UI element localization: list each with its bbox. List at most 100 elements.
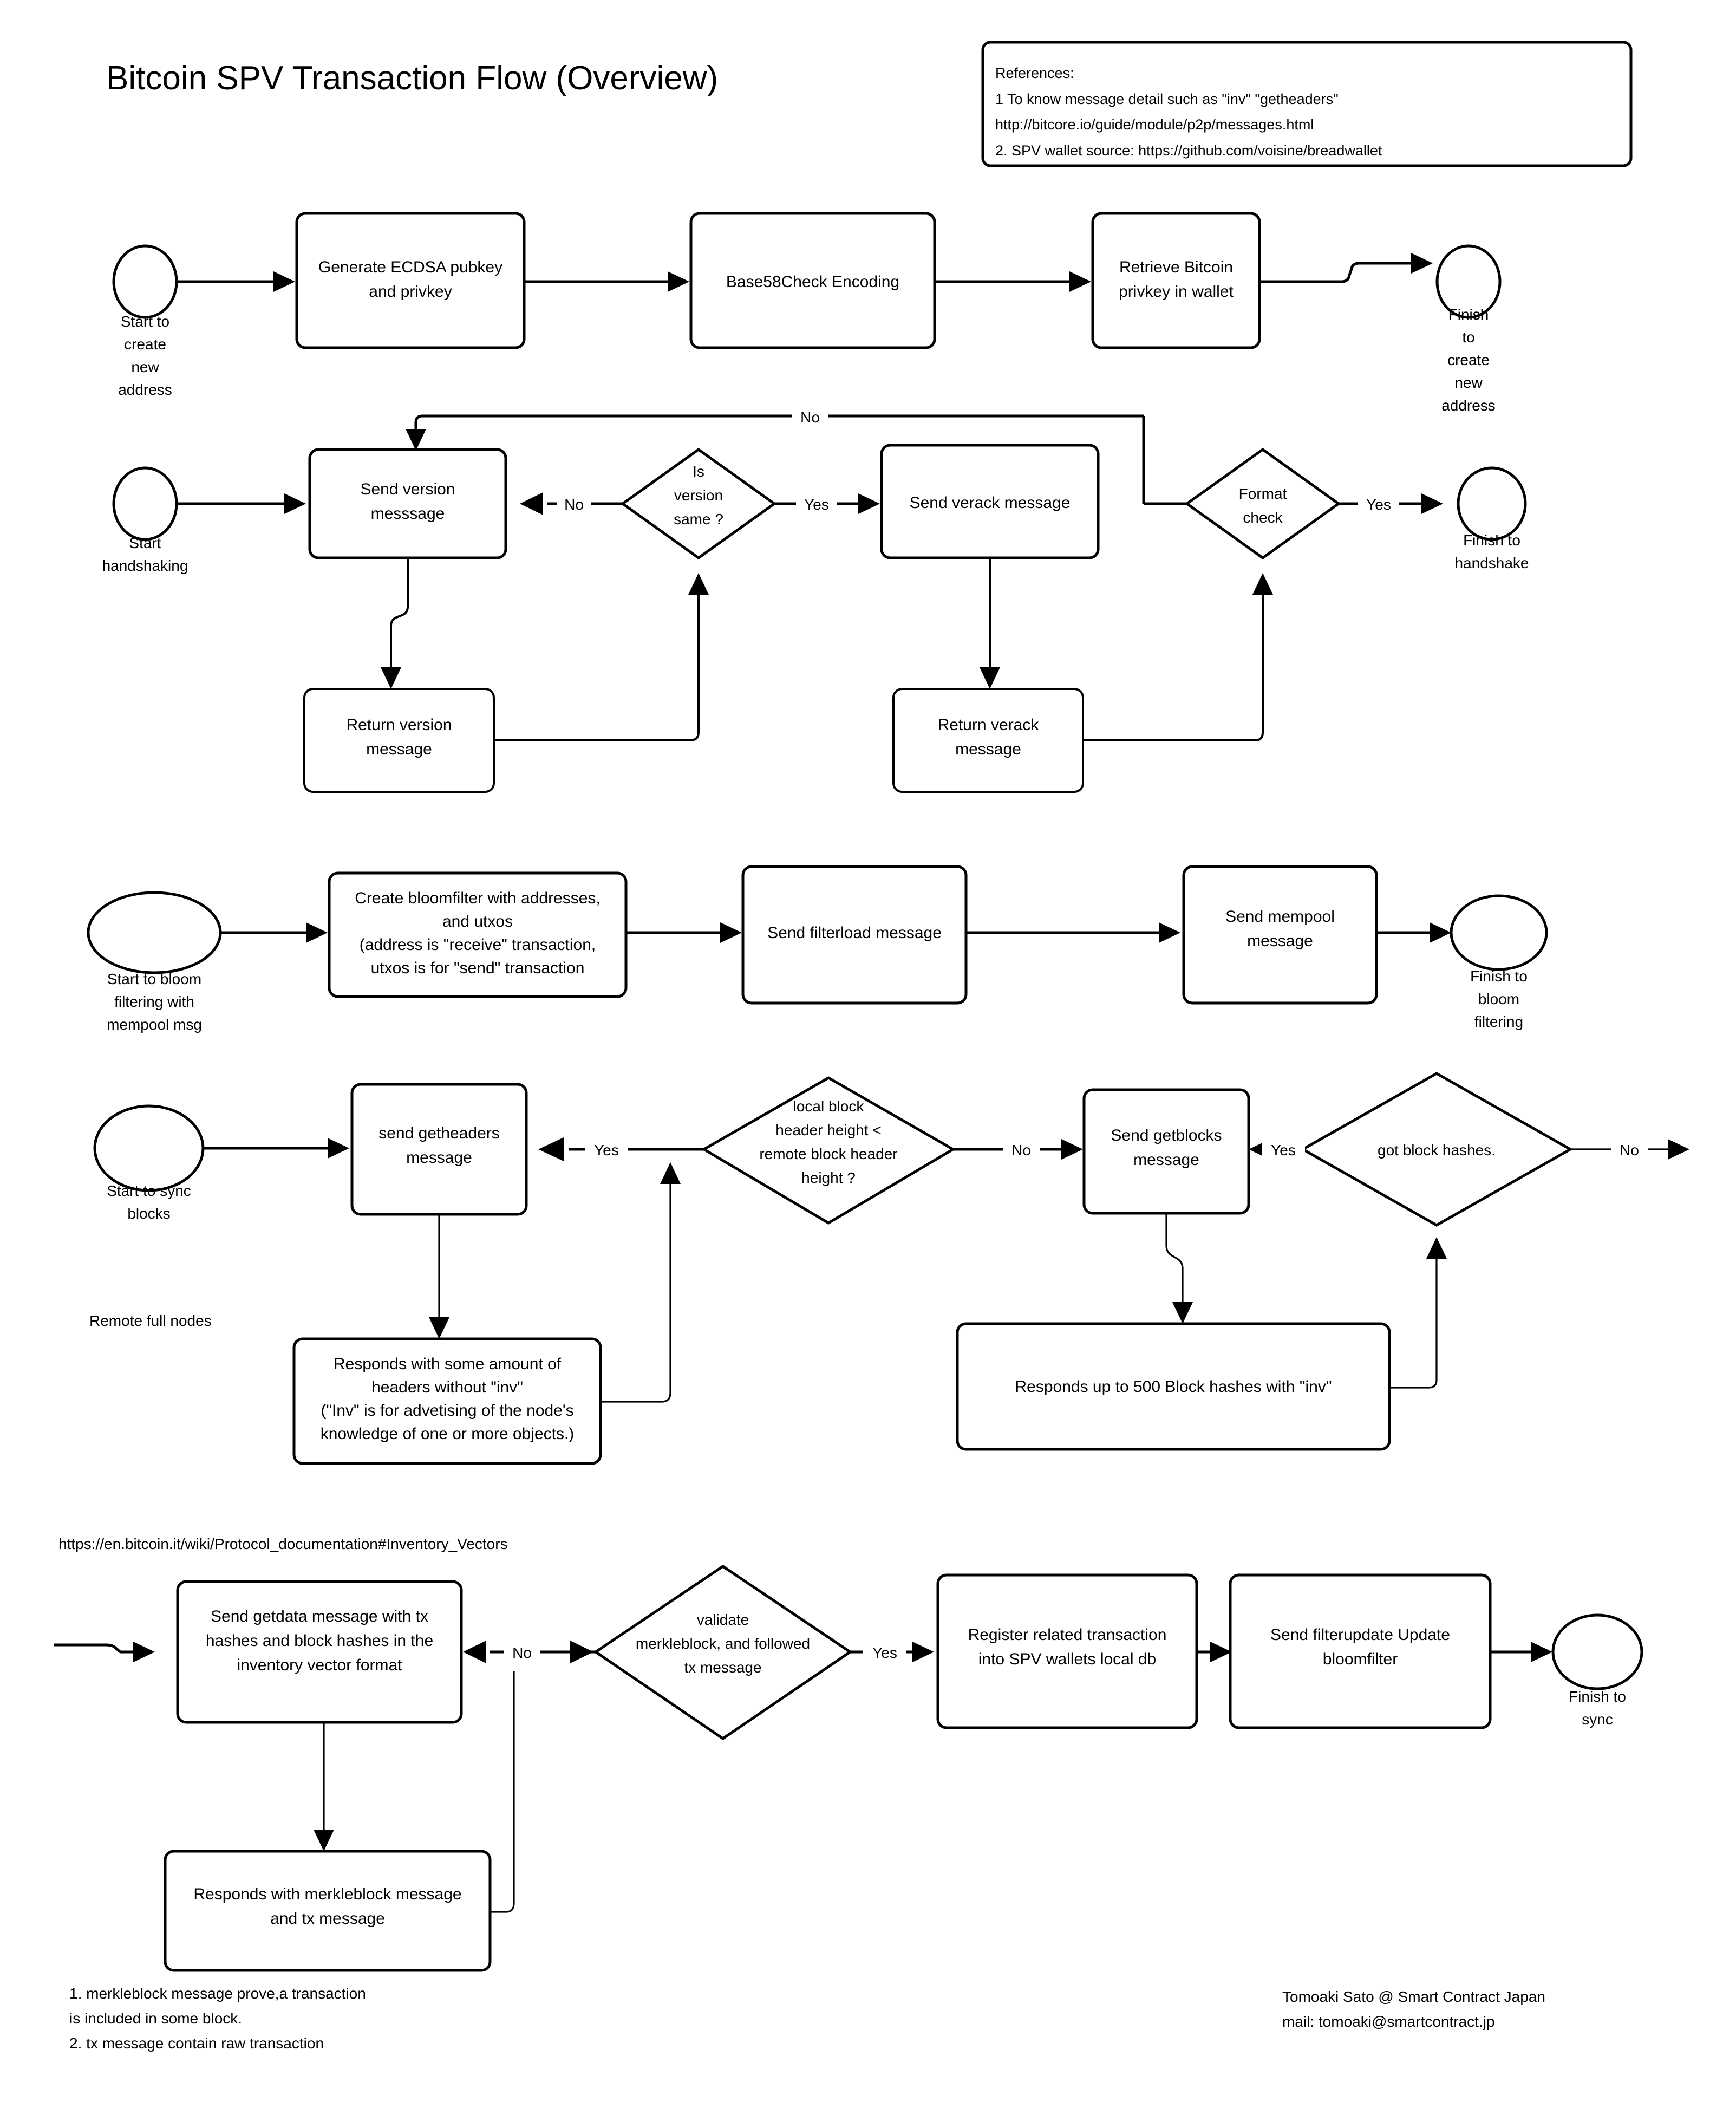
- start-handshaking-label-1: handshaking: [102, 557, 188, 574]
- finish-sync-node[interactable]: [1551, 1613, 1643, 1690]
- height-compare-label-2: remote block header: [759, 1146, 897, 1162]
- return-version-label-0: Return version: [346, 716, 452, 734]
- edge-returnverack-to-formatcheck: [1083, 591, 1264, 741]
- finish-sync-label-0: Finish to: [1569, 1688, 1626, 1705]
- finish-create-address-label-3: new: [1454, 374, 1483, 391]
- is-version-same-label-1: version: [674, 487, 723, 504]
- arrowhead-getheaders-to-headersresp: [429, 1317, 449, 1339]
- height-compare-label-0: local block: [793, 1098, 865, 1115]
- author-credit: Tomoaki Sato @ Smart Contract Japan mail…: [1282, 1988, 1545, 2030]
- references-line-2: http://bitcore.io/guide/module/p2p/messa…: [995, 116, 1314, 133]
- start-create-address-label-3: address: [118, 381, 172, 398]
- start-bloom-label-2: mempool msg: [107, 1016, 202, 1033]
- arrowhead-no-validate-to-getdata: [463, 1641, 486, 1663]
- send-version-node[interactable]: [308, 448, 507, 559]
- send-mempool-label-1: message: [1247, 932, 1313, 950]
- edge-label-no-hashes: No: [1620, 1142, 1639, 1159]
- arrowhead-register-to-filterupdate: [1210, 1642, 1232, 1662]
- start-handshaking-node[interactable]: [112, 466, 178, 541]
- arrowhead-no-height-to-getblocks: [1061, 1139, 1083, 1160]
- arrowhead-getdata-to-merkleresp: [314, 1830, 334, 1851]
- edge-label-yes-version: Yes: [804, 496, 829, 513]
- arrowhead-returnversion-to-diamond: [688, 573, 709, 595]
- generate-ecdsa-label-0: Generate ECDSA pubkey: [318, 258, 502, 276]
- arrowhead-create-to-filterload: [720, 922, 742, 943]
- hashes-response-label: Responds up to 500 Block hashes with "in…: [1015, 1378, 1332, 1396]
- arrowhead-formatcheck-to-finish: [1421, 493, 1443, 514]
- edge-hashesresp-to-gothashes: [1389, 1255, 1438, 1389]
- start-create-address-label-1: create: [124, 336, 166, 353]
- start-create-address-label-2: new: [131, 359, 159, 375]
- send-getdata-node[interactable]: [176, 1580, 463, 1724]
- retrieve-privkey-node[interactable]: [1091, 212, 1261, 349]
- return-verack-label-1: message: [955, 740, 1021, 758]
- start-create-address-node[interactable]: [112, 244, 178, 319]
- finish-bloom-node[interactable]: [1450, 894, 1548, 971]
- generate-ecdsa-node[interactable]: [295, 212, 526, 349]
- arrowhead-filterupdate-to-finishsync: [1531, 1642, 1552, 1662]
- arrowhead-sendversion-to-returnversion: [381, 667, 401, 689]
- arrowhead-generate-to-base58: [668, 271, 689, 292]
- edge-label-no-version: No: [564, 496, 584, 513]
- format-check-label-1: check: [1243, 509, 1283, 526]
- start-bloom-node[interactable]: [87, 891, 222, 974]
- send-getheaders-label-1: message: [406, 1149, 472, 1167]
- page-title: Bitcoin SPV Transaction Flow (Overview): [106, 60, 718, 97]
- arrowhead-yesversion-to-verack: [858, 493, 880, 514]
- finish-handshake-label-1: handshake: [1454, 555, 1529, 571]
- edge-incoming-to-getdata: [54, 1643, 121, 1653]
- finish-handshake-node[interactable]: [1457, 466, 1527, 541]
- is-version-same-label-0: Is: [693, 463, 704, 480]
- headers-response-label-3: knowledge of one or more objects.): [321, 1425, 575, 1443]
- arrowhead-start-to-sendversion: [284, 493, 306, 514]
- edge-label-yes-validate: Yes: [872, 1644, 897, 1661]
- edge-label-yes-height: Yes: [594, 1142, 619, 1159]
- finish-sync-label-1: sync: [1582, 1711, 1613, 1728]
- arrowhead-yes-validate-to-register: [912, 1642, 934, 1662]
- lane-sync-blocks: Start to sync blocks send getheaders mes…: [89, 1072, 1689, 1465]
- send-getdata-label-0: Send getdata message with tx: [211, 1608, 428, 1625]
- generate-ecdsa-label-1: and privkey: [369, 283, 452, 301]
- register-label-0: Register related transaction: [968, 1626, 1167, 1644]
- create-bloomfilter-label-0: Create bloomfilter with addresses,: [355, 889, 601, 907]
- arrowhead-no-validate-into-diamond: [570, 1641, 593, 1663]
- author-line-0: Tomoaki Sato @ Smart Contract Japan: [1282, 1988, 1545, 2005]
- lane-bloom-filtering: Start to bloom filtering with mempool ms…: [87, 865, 1548, 1033]
- finish-create-address-label-4: address: [1441, 397, 1496, 414]
- merkleblock-response-label-0: Responds with merkleblock message: [193, 1885, 461, 1903]
- send-getdata-label-1: hashes and block hashes in the: [206, 1632, 433, 1650]
- author-line-1: mail: tomoaki@smartcontract.jp: [1282, 2013, 1495, 2030]
- start-bloom-label-1: filtering with: [114, 993, 194, 1010]
- arrowhead-verack-to-returnverack: [980, 667, 1000, 689]
- arrowhead-returnverack-to-formatcheck: [1252, 573, 1273, 595]
- arrowhead-hashesresp-to-gothashes: [1426, 1237, 1447, 1259]
- edge-retrieve-to-finish: [1259, 262, 1419, 283]
- edge-headersresp-to-height: [601, 1181, 671, 1403]
- references-line-1: 1 To know message detail such as "inv" "…: [995, 91, 1339, 107]
- edge-merkleresp-to-validate: [490, 1671, 515, 1913]
- send-getheaders-label-0: send getheaders: [378, 1124, 500, 1142]
- retrieve-privkey-label-0: Retrieve Bitcoin: [1119, 258, 1233, 276]
- finish-bloom-label-2: filtering: [1474, 1013, 1523, 1030]
- start-sync-node[interactable]: [93, 1104, 205, 1192]
- height-compare-label-1: header height <: [775, 1122, 881, 1138]
- edge-label-no-validate: No: [512, 1644, 532, 1661]
- start-sync-label-1: blocks: [127, 1205, 170, 1222]
- validate-merkleblock-node[interactable]: [593, 1564, 853, 1741]
- send-verack-label: Send verack message: [910, 494, 1071, 512]
- references-line-0: References:: [995, 65, 1074, 81]
- references-box: References: 1 To know message detail suc…: [981, 41, 1633, 167]
- headers-response-label-1: headers without "inv": [371, 1378, 523, 1396]
- lane-handshaking: Start handshaking Send version messsage …: [102, 402, 1529, 793]
- format-check-node[interactable]: [1184, 447, 1341, 560]
- headers-response-label-0: Responds with some amount of: [334, 1355, 562, 1373]
- arrowhead-headersresp-to-height: [660, 1162, 681, 1184]
- arrowhead-noversion-to-sendversion: [520, 492, 543, 515]
- return-version-label-1: message: [366, 740, 432, 758]
- references-line-3: 2. SPV wallet source: https://github.com…: [995, 142, 1382, 159]
- arrowhead-no-loop-top: [406, 429, 426, 451]
- filterupdate-label-1: bloomfilter: [1323, 1650, 1398, 1668]
- arrowhead-no-hashes-out: [1668, 1139, 1689, 1160]
- arrowhead-startsync-to-getheaders: [328, 1138, 349, 1159]
- finish-create-address-label-0: Finish: [1448, 306, 1489, 323]
